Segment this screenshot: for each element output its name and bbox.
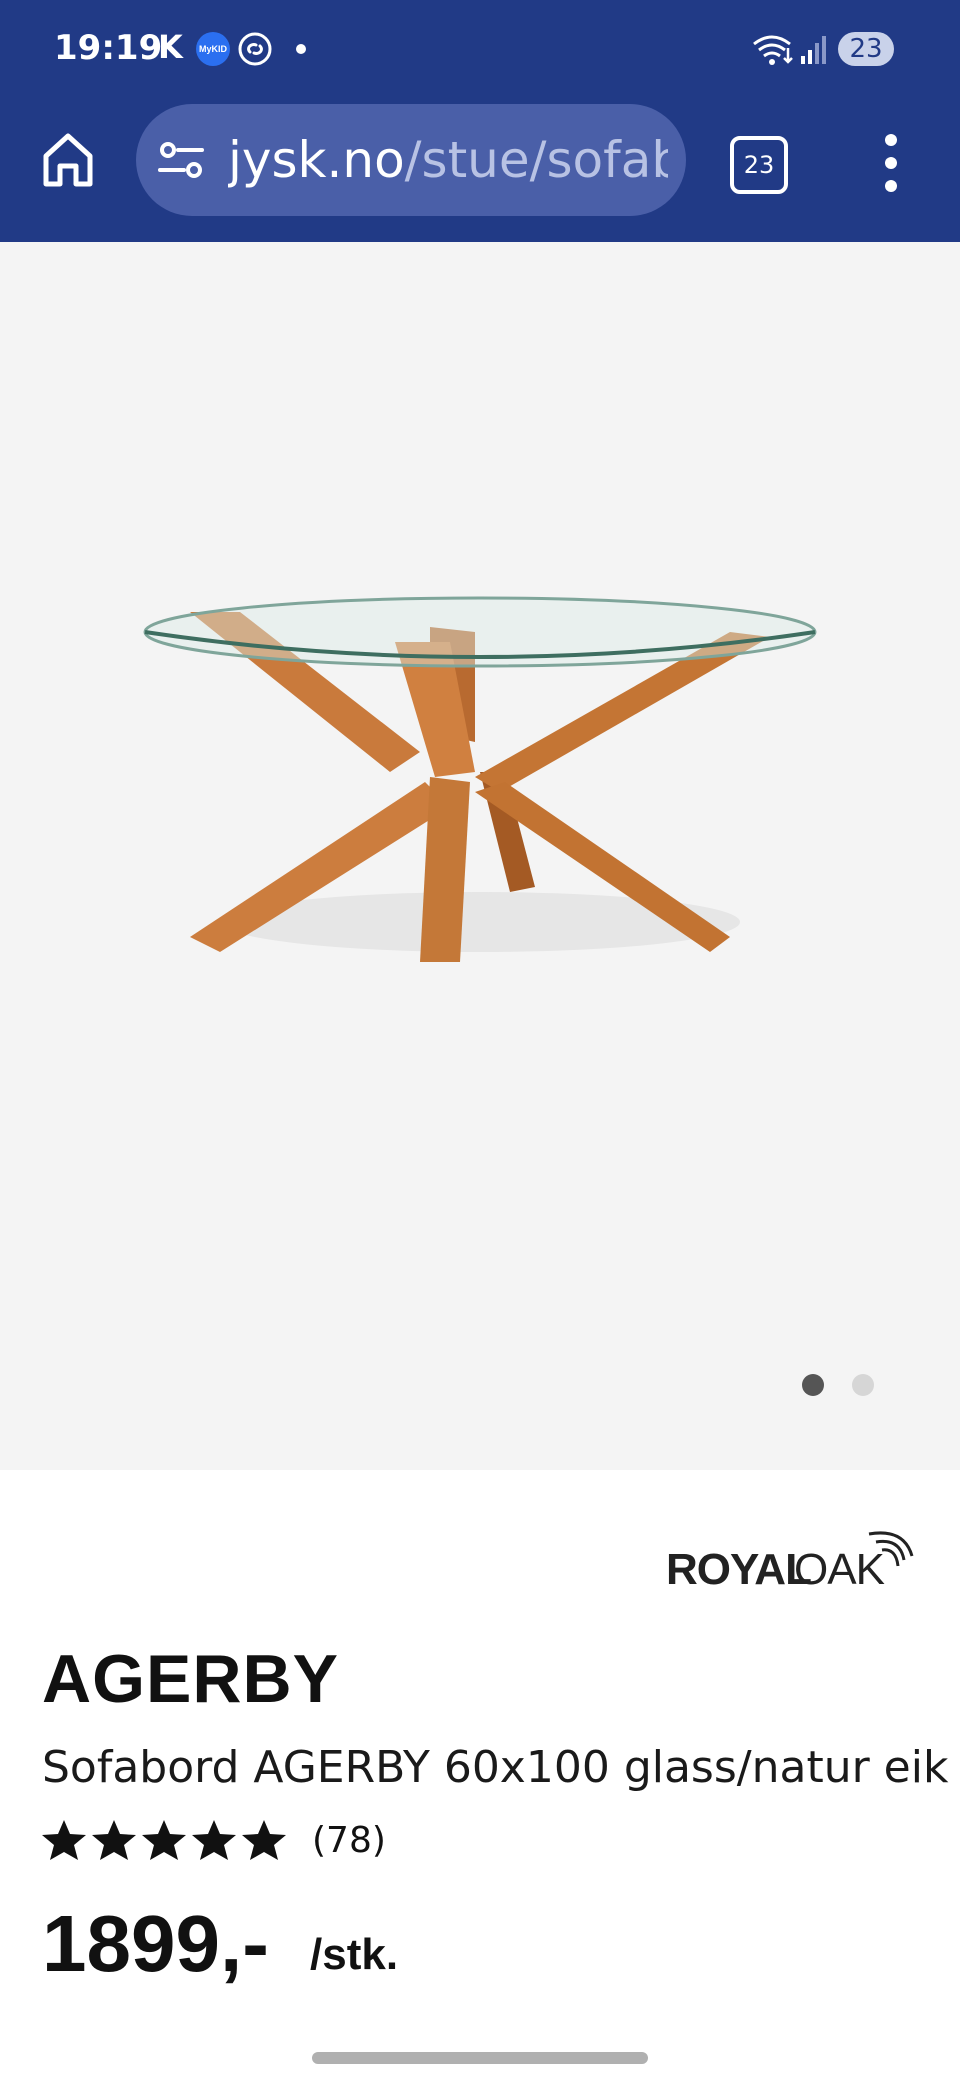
- carrier-letter: K: [158, 28, 183, 66]
- product-name: AGERBY: [42, 1641, 339, 1717]
- logo-text-royal: ROYAL: [666, 1545, 811, 1592]
- review-count[interactable]: (78): [312, 1820, 386, 1861]
- wifi-icon: [753, 35, 793, 65]
- logo-text-oak: OAK: [794, 1545, 885, 1592]
- url-path: /stue/sofabord: [404, 131, 668, 189]
- site-settings-icon[interactable]: [158, 140, 204, 180]
- star-rating-icon: [42, 1820, 286, 1860]
- product-image[interactable]: [130, 542, 830, 962]
- signal-icon: [801, 36, 826, 64]
- status-time: 19:19: [54, 28, 163, 68]
- notification-dot-icon: [296, 44, 306, 54]
- home-icon[interactable]: [36, 128, 100, 192]
- royal-oak-logo: ROYAL OAK: [666, 1531, 914, 1592]
- mykid-app-icon: MyKID: [196, 32, 230, 66]
- tab-switcher-button[interactable]: 23: [730, 136, 788, 194]
- gallery-dot[interactable]: [852, 1374, 874, 1396]
- more-menu-icon[interactable]: [876, 134, 906, 192]
- battery-indicator: 23: [838, 32, 894, 66]
- gallery-dot-active[interactable]: [802, 1374, 824, 1396]
- url-domain: jysk.no: [228, 131, 405, 189]
- url-text[interactable]: jysk.no/stue/sofabord: [228, 126, 668, 194]
- gesture-home-indicator[interactable]: [312, 2052, 648, 2064]
- product-description: Sofabord AGERBY 60x100 glass/natur eik: [42, 1742, 949, 1793]
- price-unit: /stk.: [310, 1930, 399, 1979]
- browser-toolbar: jysk.no/stue/sofabord 23: [0, 100, 960, 242]
- product-image-gallery[interactable]: [0, 242, 960, 1470]
- shazam-icon: [238, 32, 272, 66]
- product-price: 1899,-: [42, 1899, 269, 1988]
- status-bar: 19:19 K MyKID 23: [0, 0, 960, 100]
- address-bar[interactable]: jysk.no/stue/sofabord: [136, 104, 686, 216]
